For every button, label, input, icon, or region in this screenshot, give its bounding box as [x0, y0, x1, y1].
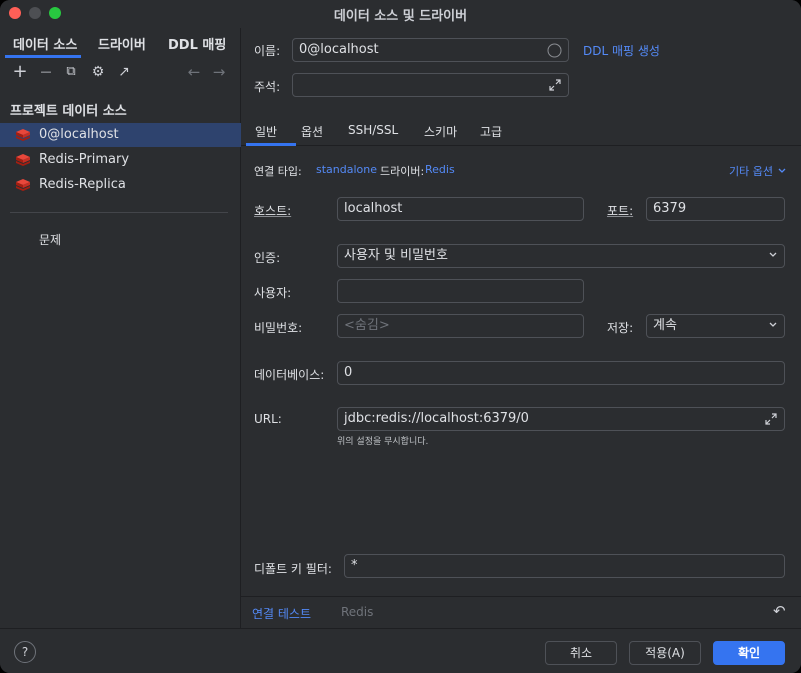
- data-source-label: Redis-Replica: [39, 177, 126, 192]
- save-label: 저장:: [607, 321, 634, 335]
- divider: [10, 212, 228, 213]
- title-bar: 데이터 소스 및 드라이버: [0, 0, 801, 28]
- password-label: 비밀번호:: [254, 321, 303, 335]
- color-circle-icon[interactable]: [547, 43, 562, 58]
- add-icon[interactable]: +: [10, 62, 30, 82]
- export-icon[interactable]: ↗: [114, 62, 134, 82]
- tab-options[interactable]: 옵션: [301, 123, 323, 140]
- password-field[interactable]: <숨김>: [337, 314, 584, 338]
- left-toolbar: + — ⧉ ⚙ ↗ ← →: [0, 62, 241, 84]
- port-value: 6379: [653, 201, 687, 216]
- tab-drivers[interactable]: 드라이버: [98, 34, 146, 53]
- ddl-mapping-link[interactable]: DDL 매핑 생성: [583, 42, 660, 59]
- driver-label: 드라이버:: [380, 165, 425, 178]
- data-source-item[interactable]: Redis-Replica: [0, 173, 241, 197]
- database-label: 데이터베이스:: [254, 368, 325, 382]
- test-connection-link[interactable]: 연결 테스트: [252, 605, 311, 622]
- connection-type-value[interactable]: standalone: [316, 163, 377, 176]
- expand-icon[interactable]: [548, 78, 562, 92]
- cancel-button[interactable]: 취소: [545, 641, 617, 665]
- port-label: 포트:: [607, 204, 634, 218]
- redis-icon: [16, 179, 30, 191]
- driver-name-text: Redis: [341, 605, 374, 619]
- more-options-link[interactable]: 기타 옵션: [729, 163, 786, 179]
- window-title: 데이터 소스 및 드라이버: [333, 9, 468, 24]
- driver-value[interactable]: Redis: [425, 163, 455, 176]
- tab-ssh-ssl[interactable]: SSH/SSL: [348, 123, 398, 137]
- chevron-down-icon: [779, 168, 786, 173]
- comment-label: 주석:: [254, 80, 281, 94]
- forward-arrow-icon[interactable]: →: [209, 62, 229, 82]
- apply-button[interactable]: 적용(A): [629, 641, 701, 665]
- settings-icon[interactable]: ⚙: [88, 62, 108, 82]
- connection-type-label: 연결 타입:: [254, 165, 302, 178]
- auth-label: 인증:: [254, 251, 281, 265]
- host-field[interactable]: localhost: [337, 197, 584, 221]
- save-value: 계속: [653, 318, 677, 333]
- url-label: URL:: [254, 412, 282, 426]
- host-label: 호스트:: [254, 204, 292, 218]
- name-value: 0@localhost: [299, 42, 379, 57]
- default-key-filter-field[interactable]: *: [344, 554, 785, 578]
- settings-tabs: 일반 옵션 SSH/SSL 스키마 고급: [241, 114, 801, 146]
- right-panel: 이름: 0@localhost DDL 매핑 생성 주석: 일반 옵션 SSH/…: [241, 28, 801, 628]
- user-label: 사용자:: [254, 286, 292, 300]
- name-field[interactable]: 0@localhost: [292, 38, 569, 62]
- dialog-window: 데이터 소스 및 드라이버 데이터 소스 드라이버 DDL 매핑 + — ⧉ ⚙…: [0, 0, 801, 673]
- save-select[interactable]: 계속: [646, 314, 785, 338]
- connection-actions-bar: 연결 테스트 Redis ↶: [241, 596, 801, 628]
- chevron-down-icon: [769, 322, 777, 327]
- tab-data-sources[interactable]: 데이터 소스: [13, 34, 77, 53]
- more-options-label: 기타 옵션: [729, 165, 773, 178]
- auth-select[interactable]: 사용자 및 비밀번호: [337, 244, 785, 268]
- chevron-down-icon: [769, 252, 777, 257]
- help-button[interactable]: ?: [14, 641, 36, 663]
- active-tab-indicator: [246, 143, 296, 146]
- project-data-sources-heading: 프로젝트 데이터 소스: [10, 104, 127, 119]
- left-tabs: 데이터 소스 드라이버 DDL 매핑: [0, 28, 241, 58]
- tab-general[interactable]: 일반: [255, 123, 277, 140]
- problems-item[interactable]: 문제: [39, 231, 61, 248]
- user-field[interactable]: [337, 279, 584, 303]
- reset-icon[interactable]: ↶: [773, 602, 786, 620]
- back-arrow-icon[interactable]: ←: [184, 62, 204, 82]
- data-source-item[interactable]: 0@localhost: [0, 123, 241, 147]
- tab-ddl-mappings[interactable]: DDL 매핑: [168, 34, 226, 53]
- data-source-label: 0@localhost: [39, 127, 119, 142]
- dialog-footer: ? 취소 적용(A) 확인: [0, 628, 801, 673]
- database-field[interactable]: 0: [337, 361, 785, 385]
- expand-icon[interactable]: [764, 412, 778, 426]
- url-value: jdbc:redis://localhost:6379/0: [344, 411, 529, 426]
- data-source-label: Redis-Primary: [39, 152, 130, 167]
- ok-button[interactable]: 확인: [713, 641, 785, 665]
- host-value: localhost: [344, 201, 403, 216]
- password-placeholder: <숨김>: [344, 318, 390, 333]
- url-hint: 위의 설정을 무시합니다.: [337, 437, 429, 447]
- copy-icon[interactable]: ⧉: [61, 62, 81, 82]
- redis-icon: [16, 129, 30, 141]
- url-field[interactable]: jdbc:redis://localhost:6379/0: [337, 407, 785, 431]
- database-value: 0: [344, 365, 353, 380]
- name-label: 이름:: [254, 44, 281, 58]
- left-panel: 데이터 소스 드라이버 DDL 매핑 + — ⧉ ⚙ ↗ ← → 프로젝트 데이…: [0, 28, 241, 628]
- default-key-filter-value: *: [351, 558, 358, 573]
- data-source-item[interactable]: Redis-Primary: [0, 148, 241, 172]
- comment-field[interactable]: [292, 73, 569, 97]
- active-tab-indicator: [5, 55, 81, 58]
- auth-value: 사용자 및 비밀번호: [344, 248, 448, 263]
- redis-icon: [16, 154, 30, 166]
- default-key-filter-label: 디폴트 키 필터:: [254, 562, 332, 576]
- tab-advanced[interactable]: 고급: [480, 123, 502, 140]
- port-field[interactable]: 6379: [646, 197, 785, 221]
- tab-schemas[interactable]: 스키마: [424, 123, 457, 140]
- remove-icon[interactable]: —: [36, 62, 56, 82]
